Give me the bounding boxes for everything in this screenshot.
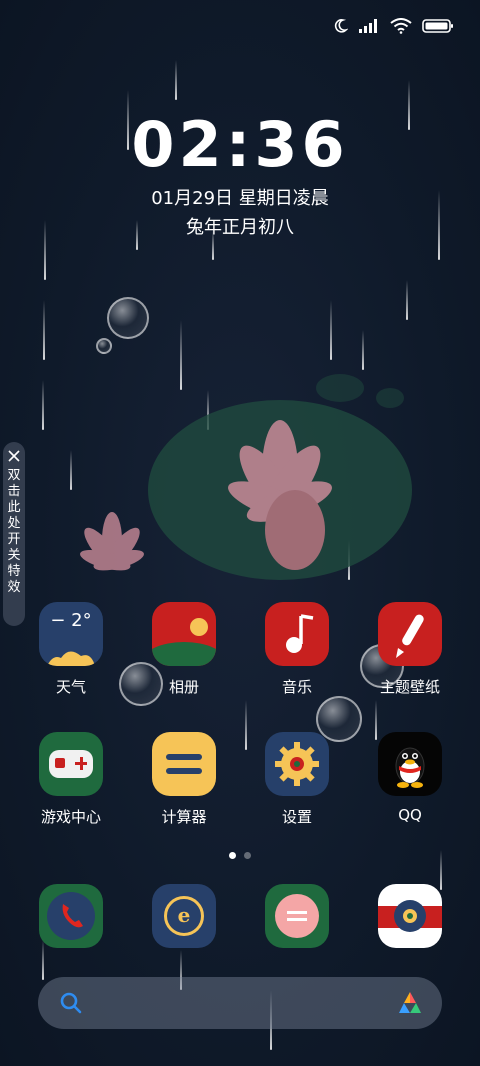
app-label: 设置 [281,808,312,826]
page-indicator[interactable] [0,852,480,859]
search-bar[interactable] [38,977,442,1029]
lockscreen-clock[interactable]: 02:36 [0,108,480,181]
app-calculator[interactable]: 计算器 [139,732,229,827]
dock-browser[interactable]: e [139,884,229,948]
bubble [96,338,112,354]
app-themes[interactable]: 主题壁纸 [365,602,455,697]
theme-brush-icon[interactable] [378,602,442,666]
browser-icon[interactable]: e [152,884,216,948]
effect-toggle-text: 双击此处开关特效 [7,468,21,595]
lotus-flower-small [80,512,144,571]
phone-icon[interactable] [39,884,103,948]
app-music[interactable]: 音乐 [252,602,342,697]
effect-toggle-pill[interactable]: 双击此处开关特效 [3,442,25,626]
dock-phone[interactable] [26,884,116,948]
signal-icon [359,19,377,33]
app-label: 相册 [168,678,199,696]
music-icon[interactable] [265,602,329,666]
wifi-icon [390,18,412,34]
close-icon[interactable] [8,450,20,462]
dock-camera[interactable] [365,884,455,948]
app-label: 计算器 [161,808,207,826]
gamepad-icon[interactable] [39,732,103,796]
weather-icon[interactable]: − 2° [39,602,103,666]
app-game-center[interactable]: 游戏中心 [26,732,116,827]
date-text: 01月29日 星期日凌晨 [151,188,329,209]
app-label: 音乐 [281,678,312,696]
app-label: 主题壁纸 [379,678,440,696]
app-gallery[interactable]: 相册 [139,602,229,697]
app-label: 天气 [55,678,86,696]
dock-messages[interactable] [252,884,342,948]
lotus-illustration [80,374,412,580]
app-label: QQ [398,806,422,824]
assistant-icon[interactable] [396,989,424,1017]
lunar-date-text: 兔年正月初八 [186,217,294,238]
battery-icon [422,19,453,33]
page-dot-active[interactable] [229,852,236,859]
calculator-icon[interactable] [152,732,216,796]
app-weather[interactable]: − 2° 天气 [26,602,116,697]
bubble [107,297,149,339]
settings-gear-icon[interactable] [265,732,329,796]
lily-pad-small [316,374,364,402]
app-label: 游戏中心 [40,808,101,826]
weather-temp: − 2° [50,610,92,631]
moon-icon [334,19,348,33]
gallery-icon[interactable] [152,602,216,666]
search-icon[interactable] [60,992,82,1014]
status-bar [332,18,454,34]
lily-pad-tiny [376,388,404,408]
page-dot[interactable] [244,852,251,859]
camera-icon[interactable] [378,884,442,948]
qq-penguin-icon[interactable] [378,732,442,796]
app-settings[interactable]: 设置 [252,732,342,827]
messages-icon[interactable] [265,884,329,948]
app-qq[interactable]: QQ [365,732,455,824]
